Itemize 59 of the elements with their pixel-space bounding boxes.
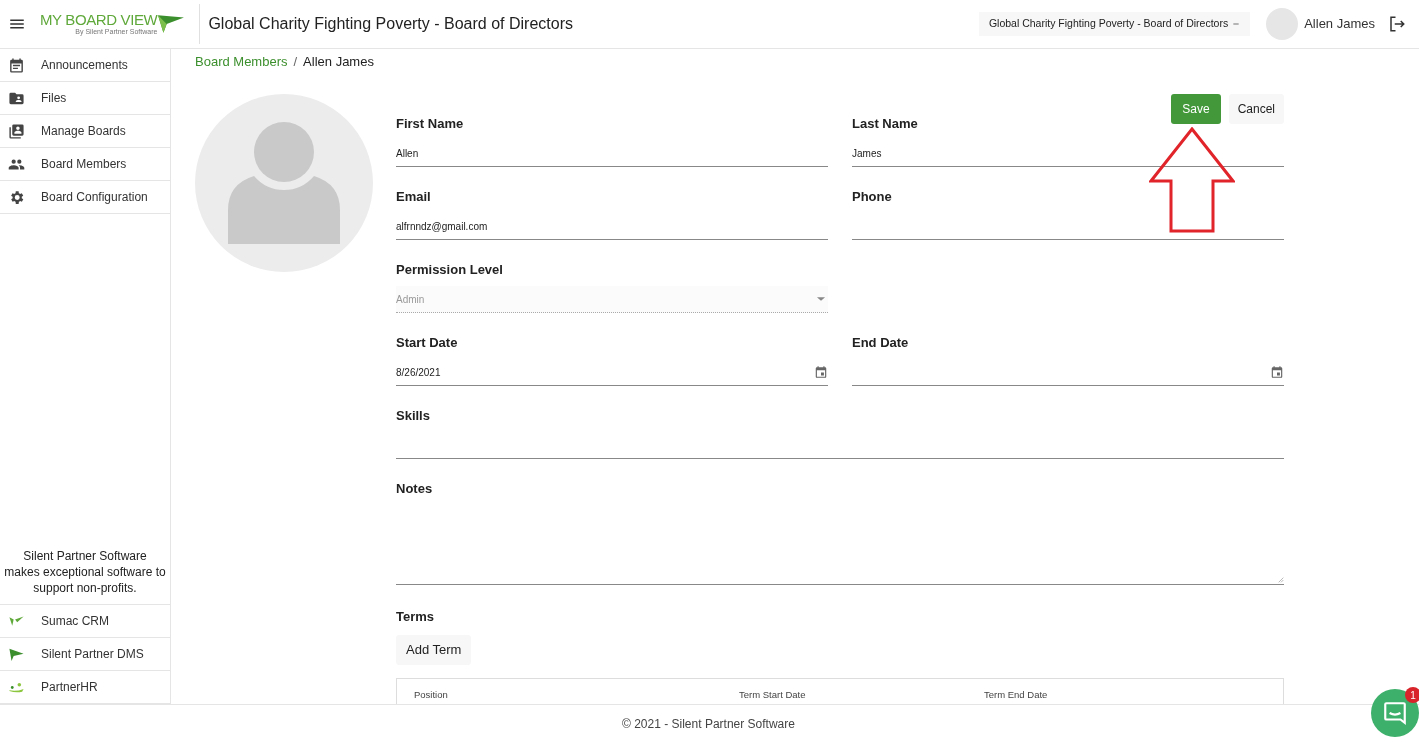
field-label: Skills [396, 407, 431, 425]
breadcrumb-link[interactable]: Board Members [195, 52, 288, 72]
input-field[interactable]: James [852, 140, 1284, 167]
resize-handle-icon [1276, 575, 1284, 583]
date-field[interactable]: 8/26/2021 [396, 359, 828, 386]
column-header: Term Start Date [739, 687, 807, 702]
contact-card-icon [8, 122, 25, 140]
person-silhouette-icon [228, 122, 340, 244]
field-label: Start Date [396, 334, 459, 352]
chat-button[interactable] [1371, 689, 1419, 737]
field-label: Email [396, 188, 432, 206]
calendar-icon [8, 56, 25, 74]
footer-text: © 2021 - Silent Partner Software [622, 716, 795, 733]
product-link[interactable]: PartnerHR [0, 671, 170, 704]
sidebar-label: Sumac CRM [41, 613, 109, 630]
sidebar-item[interactable]: Board Configuration [0, 181, 170, 214]
column-header: Position [413, 687, 449, 702]
breadcrumb-separator: / [293, 53, 298, 72]
add-term-button[interactable]: Add Term [396, 635, 472, 665]
sidebar-item[interactable]: Manage Boards [0, 115, 170, 148]
field-label: Permission Level [396, 261, 504, 279]
cancel-button[interactable]: Cancel [1228, 94, 1284, 124]
logo-text: MY BOARD VIEW [40, 12, 158, 28]
user-name[interactable]: Allen James [1304, 14, 1375, 34]
field-label: Notes [396, 480, 434, 498]
sidebar-label: Files [41, 90, 67, 107]
sidebar-label: Announcements [41, 57, 128, 74]
sidebar-label: Board Configuration [41, 189, 148, 206]
column-header: Term End Date [984, 687, 1049, 702]
chat-icon [1382, 700, 1408, 726]
dropdown-field: Admin [396, 286, 828, 313]
sidebar-item[interactable]: Files [0, 82, 170, 115]
board-title: Global Charity Fighting Poverty - Board of Directors [208, 14, 573, 34]
input-field[interactable]: Allen [396, 140, 828, 167]
sidebar-label: PartnerHR [41, 679, 98, 696]
field-label: First Name [396, 115, 465, 133]
breadcrumb-current: Allen James [303, 53, 374, 72]
calendar-icon [1270, 365, 1284, 379]
field-label: End Date [852, 334, 910, 352]
save-button[interactable]: Save [1171, 94, 1221, 124]
terms-label: Terms [396, 608, 436, 626]
sidebar-label: Board Members [41, 156, 127, 173]
promo-text: Silent Partner Software makes exceptional software to support non-profits. [0, 548, 170, 605]
logout-button[interactable] [1387, 14, 1407, 34]
product-link[interactable]: Silent Partner DMS [0, 638, 170, 671]
logout-icon [1388, 15, 1406, 33]
input-field[interactable]: alfrnndz@gmail.com [396, 213, 828, 240]
field-label: Last Name [852, 115, 919, 133]
product-link[interactable]: Sumac CRM [0, 605, 170, 638]
calendar-icon [814, 365, 828, 379]
sidebar-label: Silent Partner DMS [41, 646, 144, 663]
board-selector[interactable]: Global Charity Fighting Poverty - Board of Directors [978, 12, 1251, 36]
settings-icon [8, 188, 25, 206]
notification-badge: 1 [1405, 687, 1419, 703]
sidebar-label: Manage Boards [41, 123, 126, 140]
sidebar-item[interactable]: Board Members [0, 148, 170, 181]
field-label: Phone [852, 188, 893, 206]
sidebar-item[interactable]: Announcements [0, 49, 170, 82]
user-avatar [1266, 8, 1299, 40]
